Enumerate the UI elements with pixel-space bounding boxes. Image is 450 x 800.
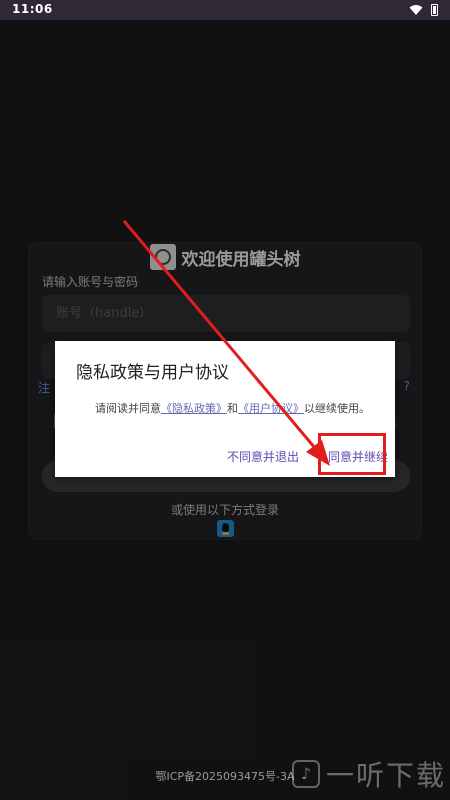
- watermark-text: 一听下载: [325, 759, 446, 792]
- pointer-arrow: [122, 220, 330, 466]
- watermark-logo-icon: ♪: [291, 760, 320, 788]
- watermark: ♪ 一听下载: [291, 754, 446, 794]
